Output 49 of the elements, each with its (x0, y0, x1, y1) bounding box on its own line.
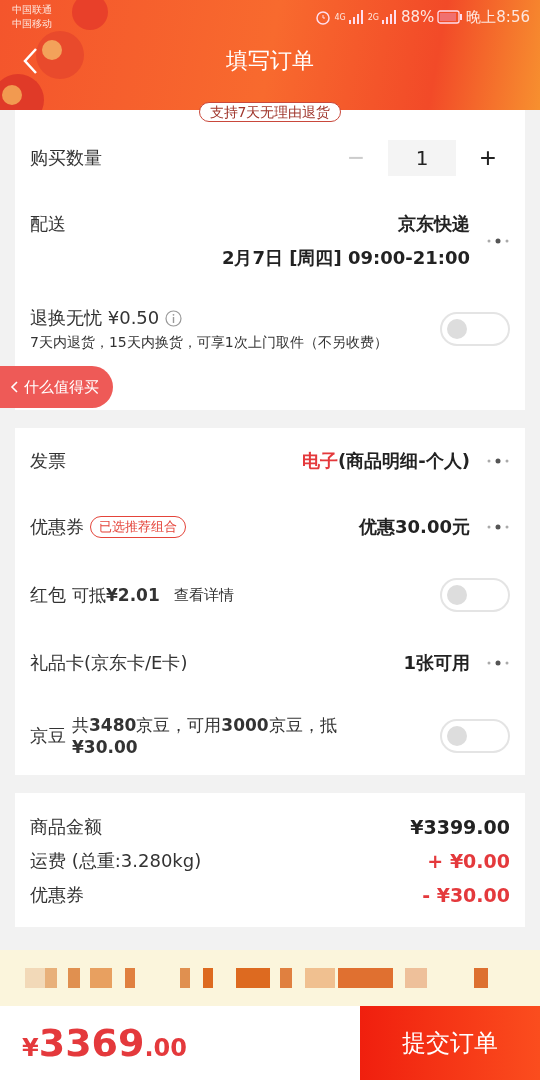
return-service-description: 7天内退货，15天内换货，可享1次上门取件（不另收费） (30, 334, 389, 352)
delivery-time: 2月7日 [周四] 09:00-21:00 (221, 246, 470, 270)
toggle-switch[interactable] (440, 578, 510, 612)
info-icon[interactable] (165, 309, 183, 327)
more-icon[interactable] (486, 660, 510, 666)
return-service-title: 退换无忧 ¥0.50 (30, 306, 160, 330)
carrier-name: 中国移动 (12, 17, 52, 31)
more-icon[interactable] (486, 524, 510, 530)
option-value: 优惠30.00元 (359, 515, 470, 539)
details-link[interactable]: 查看详情 (173, 585, 234, 605)
network-type: 2G (367, 12, 379, 22)
network-type: 4G (334, 12, 346, 22)
summary-label: 运费 (总重:3.280kg) (30, 849, 202, 873)
toggle-switch[interactable] (440, 312, 510, 346)
more-icon[interactable] (486, 238, 510, 244)
option-value: 1张可用 (403, 651, 470, 675)
option-label: 优惠券 (30, 515, 84, 539)
quantity-field[interactable]: 1 (388, 140, 456, 176)
summary-amount: + ¥0.00 (427, 850, 510, 872)
option-value: 电子(商品明细-个人) (302, 449, 470, 473)
option-detail: 可抵¥2.01 (72, 583, 160, 607)
summary-amount: ¥3399.00 (410, 816, 510, 838)
battery-icon (437, 10, 464, 24)
option-label: 京豆 (30, 723, 66, 748)
toggle-switch[interactable] (440, 718, 510, 753)
more-icon[interactable] (486, 458, 510, 464)
alarm-icon (315, 9, 332, 25)
option-label: 发票 (30, 449, 66, 473)
battery-percent: 88% (400, 8, 435, 26)
delivery-label: 配送 (30, 212, 66, 236)
summary-amount: - ¥30.00 (422, 884, 510, 906)
option-label: 礼品卡(京东卡/E卡) (30, 651, 188, 675)
page-title: 填写订单 (226, 47, 314, 75)
summary-label: 商品金额 (30, 815, 102, 839)
delivery-carrier: 京东快递 (398, 212, 470, 236)
submit-order-button[interactable]: 提交订单 (360, 1006, 540, 1080)
back-icon[interactable] (22, 47, 38, 75)
total-price: ¥3369.00 (21, 1021, 187, 1065)
carrier-name: 中国联通 (12, 3, 52, 17)
option-label: 红包 (30, 583, 66, 607)
signal-icon (381, 10, 398, 24)
summary-label: 优惠券 (30, 883, 84, 907)
signal-icon (348, 10, 365, 24)
return-policy-badge: 支持7天无理由退货 (198, 102, 342, 122)
clock-time: 晚上8:56 (466, 7, 530, 27)
increase-button[interactable]: + (466, 142, 510, 174)
quantity-label: 购买数量 (30, 146, 102, 170)
option-detail: 共3480京豆，可用3000京豆，抵 ¥30.00 (72, 714, 338, 757)
chevron-left-icon (10, 381, 18, 393)
